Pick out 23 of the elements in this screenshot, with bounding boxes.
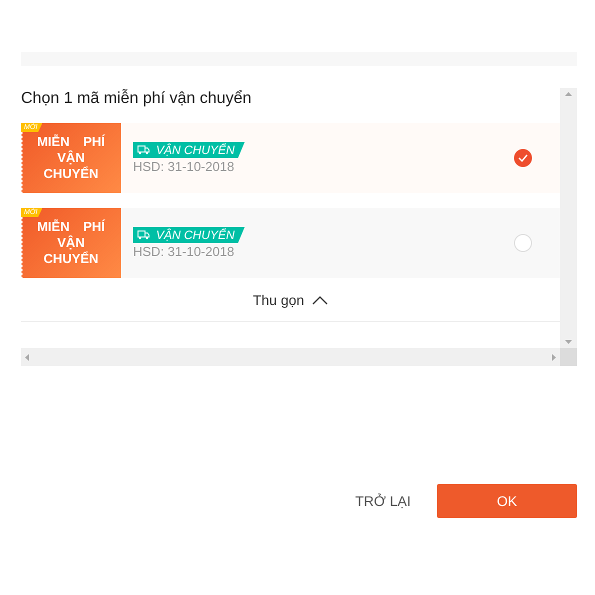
- expiry-date: HSD: 31-10-2018: [133, 244, 236, 259]
- truck-icon: [137, 145, 150, 155]
- back-button[interactable]: TRỞ LẠI: [331, 484, 435, 518]
- scroll-down-icon[interactable]: [565, 340, 572, 344]
- scroll-left-icon[interactable]: [25, 354, 29, 360]
- vertical-scrollbar[interactable]: [560, 88, 577, 348]
- tag-text: VẬN CHUYỂN: [156, 228, 235, 242]
- chevron-up-icon: [312, 295, 328, 305]
- coupon-label: MIỄN PHÍ VẬN CHUYỂN: [36, 219, 106, 267]
- check-icon: [518, 154, 528, 162]
- truck-icon: [137, 230, 150, 240]
- horizontal-scrollbar[interactable]: [21, 348, 560, 366]
- collapse-button[interactable]: Thu gọn: [252, 287, 328, 313]
- radio-button[interactable]: [514, 234, 532, 252]
- radio-button[interactable]: [514, 149, 532, 167]
- tag-text: VẬN CHUYỂN: [156, 143, 235, 157]
- ok-button[interactable]: OK: [437, 484, 577, 518]
- section-title: Chọn 1 mã miễn phí vận chuyển: [21, 88, 252, 109]
- coupon-label: MIỄN PHÍ VẬN CHUYỂN: [36, 134, 106, 182]
- scroll-up-icon[interactable]: [565, 92, 572, 96]
- scroll-right-icon[interactable]: [552, 354, 556, 360]
- expiry-date: HSD: 31-10-2018: [133, 159, 236, 174]
- scrollbar-corner: [560, 348, 577, 366]
